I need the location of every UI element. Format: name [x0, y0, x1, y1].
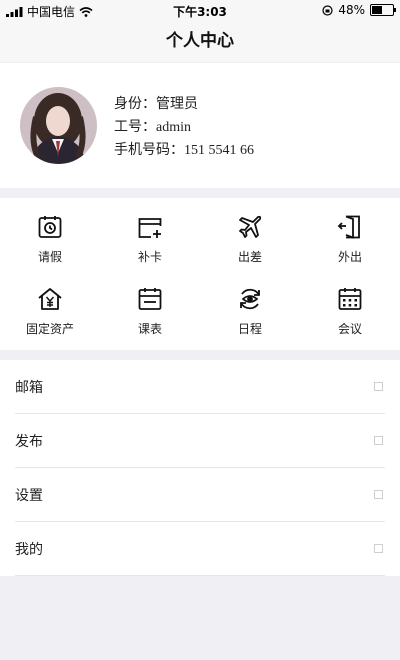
- profile-info: 身份：管理员 工号：admin 手机号码：151 5541 66: [114, 93, 254, 162]
- identity-value: 管理员: [156, 96, 198, 112]
- grid-label: 请假: [37, 250, 62, 264]
- phone-label: 手机号码：: [114, 142, 184, 158]
- menu-list: 邮箱 发布 设置 我的: [0, 360, 400, 576]
- eye-refresh-icon: [240, 288, 260, 310]
- avatar[interactable]: [20, 87, 97, 164]
- grid-item-leave[interactable]: 请假: [0, 198, 100, 268]
- menu-item-settings[interactable]: 设置: [15, 468, 385, 522]
- grid-item-card[interactable]: 补卡: [100, 198, 200, 268]
- arrow-right-icon: [374, 436, 383, 445]
- grid-label: 固定资产: [25, 322, 74, 336]
- grid-item-timetable[interactable]: 课表: [100, 270, 200, 340]
- profile-card: 身份：管理员 工号：admin 手机号码：151 5541 66: [0, 63, 400, 188]
- menu-item-publish[interactable]: 发布: [15, 414, 385, 468]
- menu-item-label: 设置: [15, 488, 43, 504]
- grid-item-go-out[interactable]: 外出: [300, 198, 400, 268]
- grid-label: 课表: [137, 322, 162, 336]
- battery-icon: [370, 4, 396, 16]
- page-title: 个人中心: [0, 20, 400, 62]
- phone-row: 手机号码：151 5541 66: [114, 139, 254, 162]
- menu-item-label: 我的: [15, 542, 43, 558]
- schedule-list-icon: [138, 288, 162, 310]
- arrow-right-icon: [374, 382, 383, 391]
- identity-row: 身份：管理员: [114, 93, 254, 116]
- function-grid: 请假 补卡 出差 外出 固定资产 课表 日程 会议: [0, 198, 400, 350]
- card-add-icon: [138, 218, 162, 238]
- battery-level: [372, 6, 382, 14]
- identity-label: 身份：: [114, 96, 156, 112]
- menu-item-label: 邮箱: [15, 380, 43, 396]
- grid-label: 日程: [237, 322, 262, 336]
- grid-label: 出差: [237, 250, 262, 264]
- menu-item-label: 发布: [15, 434, 43, 450]
- avatar-image: [20, 87, 97, 164]
- airplane-icon: [239, 215, 262, 238]
- clock-calendar-icon: [38, 216, 62, 238]
- grid-item-schedule[interactable]: 日程: [200, 270, 300, 340]
- arrow-right-icon: [374, 544, 383, 553]
- id-row: 工号：admin: [114, 116, 254, 139]
- arrow-right-icon: [374, 490, 383, 499]
- menu-item-mine[interactable]: 我的: [15, 522, 385, 576]
- id-value: admin: [156, 120, 191, 135]
- status-bar: 中国电信 下午3:03 48%: [0, 0, 400, 20]
- orientation-lock-icon: [322, 4, 333, 16]
- menu-item-mailbox[interactable]: 邮箱: [15, 360, 385, 414]
- grid-label: 补卡: [137, 250, 162, 264]
- calendar-grid-icon: [338, 288, 362, 310]
- status-right: 48%: [322, 3, 396, 17]
- exit-door-icon: [337, 215, 360, 239]
- grid-item-meeting[interactable]: 会议: [300, 270, 400, 340]
- phone-value: 151 5541 66: [184, 143, 254, 158]
- grid-item-fixed-assets[interactable]: 固定资产: [0, 270, 100, 340]
- battery-percent: 48%: [338, 3, 365, 17]
- house-yen-icon: [38, 288, 62, 310]
- id-label: 工号：: [114, 119, 156, 135]
- grid-item-business-trip[interactable]: 出差: [200, 198, 300, 268]
- grid-label: 会议: [337, 322, 362, 336]
- grid-label: 外出: [337, 250, 362, 264]
